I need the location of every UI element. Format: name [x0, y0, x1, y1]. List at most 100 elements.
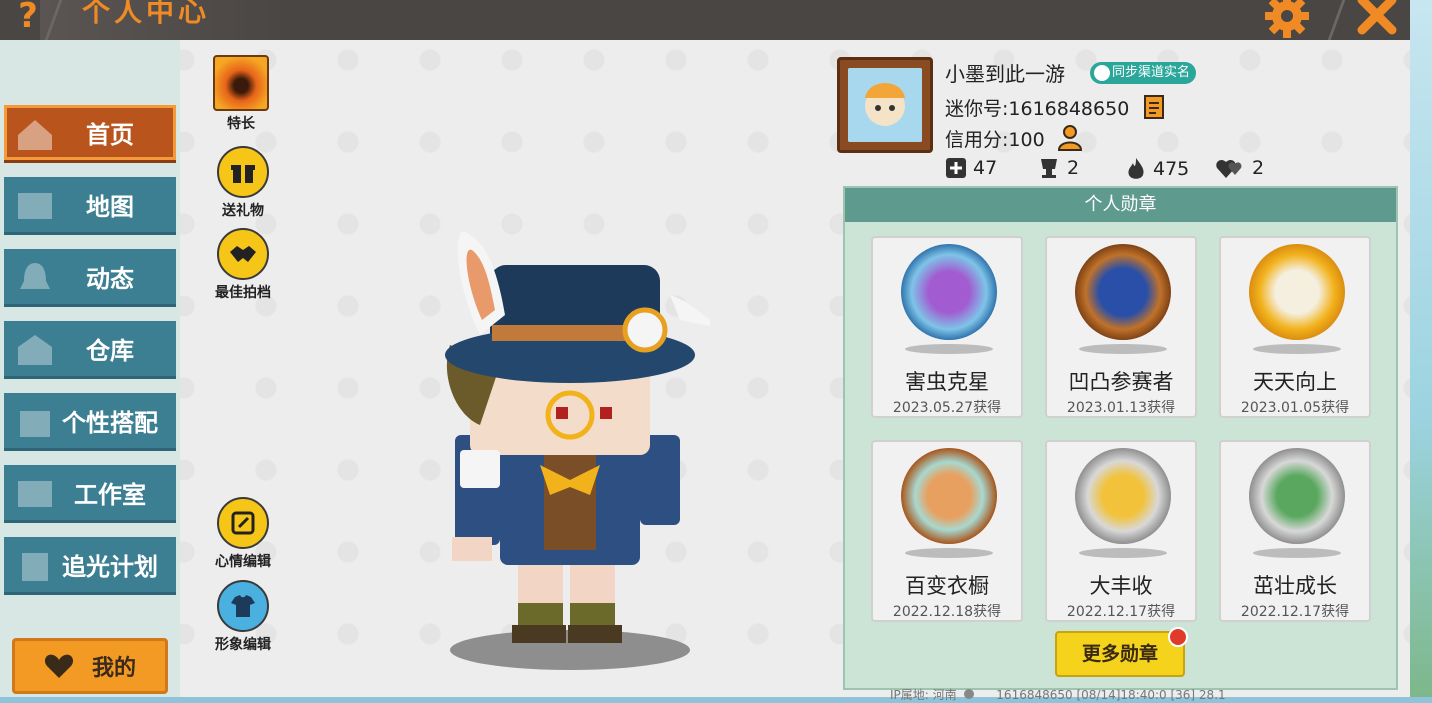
medal-shadow — [905, 344, 993, 354]
bug-medal-icon — [901, 244, 997, 340]
map-icon — [18, 193, 52, 219]
medal-card[interactable]: 大丰收 2022.12.17获得 — [1045, 440, 1197, 622]
wardrobe-medal-icon — [901, 448, 997, 544]
fire-icon — [1128, 158, 1144, 179]
medal-date: 2022.12.18获得 — [892, 604, 1002, 620]
handshake-icon — [217, 228, 269, 280]
scenery-right — [1410, 0, 1432, 697]
gift-label: 送礼物 — [222, 203, 264, 219]
close-icon[interactable] — [1352, 0, 1402, 40]
medal-name: 百变衣橱 — [905, 574, 989, 598]
sync-badge-label: 同步渠道实名 — [1112, 65, 1191, 80]
daily-progress-medal-icon — [1249, 244, 1345, 340]
stat-plus-value: 47 — [973, 157, 998, 179]
medal-shadow — [1253, 548, 1341, 558]
top-bar: ? 个人中心 — [0, 0, 1410, 44]
question-icon[interactable]: ? — [8, 0, 48, 38]
medal-card[interactable]: 百变衣橱 2022.12.18获得 — [871, 440, 1023, 622]
studio-icon — [18, 481, 52, 507]
medal-card[interactable]: 凹凸参赛者 2023.01.13获得 — [1045, 236, 1197, 418]
sidebar-item-spotlight[interactable]: 追光计划 — [4, 537, 176, 595]
gift-action[interactable]: 送礼物 — [208, 146, 278, 220]
more-medals-button[interactable]: 更多勋章 — [1055, 631, 1185, 677]
footer-info: IP属地: 河南 1616848650 [08/14]18:40:0 [36] … — [890, 686, 1226, 703]
medal-name: 凹凸参赛者 — [1068, 370, 1174, 394]
partner-action[interactable]: 最佳拍档 — [208, 228, 278, 302]
bell-icon — [20, 263, 50, 289]
sidebar-item-home[interactable]: 首页 — [4, 105, 176, 163]
sidebar-item-label: 动态 — [86, 265, 134, 293]
medal-date: 2022.12.17获得 — [1240, 604, 1350, 620]
medal-date: 2023.01.13获得 — [1066, 400, 1176, 416]
medal-name: 害虫克星 — [905, 370, 989, 394]
ip-location: IP属地: 河南 — [890, 688, 957, 702]
medal-shadow — [1079, 344, 1167, 354]
stat-plus[interactable]: 47 — [945, 157, 997, 179]
credit-score: 信用分:100 — [945, 124, 1087, 152]
user-card-icon[interactable] — [1057, 124, 1087, 152]
gear-icon[interactable] — [1262, 0, 1312, 40]
credit-text: 信用分:100 — [945, 129, 1045, 151]
specialty-action[interactable]: 特长 — [206, 55, 276, 133]
avatar-face-icon — [848, 68, 922, 142]
mini-id: 迷你号:1616848650 — [945, 94, 1167, 121]
sidebar-item-label: 个性搭配 — [62, 409, 158, 437]
sidebar-item-label: 地图 — [86, 193, 134, 221]
stat-fire[interactable]: 475 — [1125, 157, 1189, 181]
stat-hearts-value: 2 — [1252, 157, 1265, 179]
stat-fire-value: 475 — [1153, 158, 1190, 180]
outfit-icon — [20, 411, 50, 437]
home-icon — [18, 120, 52, 150]
specialty-icon — [213, 55, 269, 111]
profile-avatar[interactable] — [837, 57, 933, 153]
sidebar-item-studio[interactable]: 工作室 — [4, 465, 176, 523]
medals-panel: 个人勋章 害虫克星 2023.05.27获得 凹凸参赛者 2023.01.13获… — [843, 186, 1398, 690]
contest-medal-icon — [1075, 244, 1171, 340]
medal-shadow — [1079, 548, 1167, 558]
medal-card[interactable]: 害虫克星 2023.05.27获得 — [871, 236, 1023, 418]
stat-trophy[interactable]: 2 — [1037, 157, 1079, 179]
mine-button[interactable]: 我的 — [12, 638, 168, 694]
mood-edit-label: 心情编辑 — [215, 554, 271, 570]
image-edit-action[interactable]: 形象编辑 — [208, 580, 278, 654]
trophy-icon — [1041, 159, 1057, 178]
player-name: 小墨到此一游 — [945, 62, 1065, 86]
medal-name: 大丰收 — [1089, 574, 1153, 598]
notification-dot — [1168, 627, 1188, 647]
info-icon — [964, 689, 975, 699]
medal-date: 2023.05.27获得 — [892, 400, 1002, 416]
sidebar-item-label: 仓库 — [86, 337, 134, 365]
mine-label: 我的 — [91, 656, 136, 681]
edit-icon — [217, 497, 269, 549]
medal-shadow — [1253, 344, 1341, 354]
sidebar-item-label: 追光计划 — [62, 553, 158, 581]
growth-medal-icon — [1249, 448, 1345, 544]
sidebar-item-activity[interactable]: 动态 — [4, 249, 176, 307]
character-avatar[interactable] — [430, 225, 710, 675]
footer-info-text: 1616848650 [08/14]18:40:0 [36] 28.1 — [996, 688, 1226, 702]
medal-card[interactable]: 茁壮成长 2022.12.17获得 — [1219, 440, 1371, 622]
sidebar-item-map[interactable]: 地图 — [4, 177, 176, 235]
copy-icon[interactable] — [1141, 94, 1167, 120]
harvest-medal-icon — [1075, 448, 1171, 544]
mini-id-text: 迷你号:1616848650 — [945, 98, 1130, 120]
avatar-image — [848, 68, 922, 142]
outfit-edit-icon — [217, 580, 269, 632]
specialty-label: 特长 — [227, 116, 255, 132]
sidebar-item-outfit[interactable]: 个性搭配 — [4, 393, 176, 451]
stat-hearts[interactable]: 2 — [1216, 157, 1264, 179]
medal-name: 天天向上 — [1253, 370, 1337, 394]
warehouse-icon — [18, 335, 52, 365]
partner-label: 最佳拍档 — [215, 285, 271, 301]
sidebar-item-warehouse[interactable]: 仓库 — [4, 321, 176, 379]
medal-date: 2023.01.05获得 — [1240, 400, 1350, 416]
sync-realname-badge[interactable]: 同步渠道实名 — [1090, 62, 1197, 84]
medal-card[interactable]: 天天向上 2023.01.05获得 — [1219, 236, 1371, 418]
sidebar-item-label: 工作室 — [74, 481, 146, 509]
page-title: 个人中心 — [82, 0, 211, 28]
mood-edit-action[interactable]: 心情编辑 — [208, 497, 278, 571]
heart-icon — [44, 654, 74, 678]
medal-shadow — [905, 548, 993, 558]
plus-box-icon — [946, 158, 966, 178]
medal-name: 茁壮成长 — [1253, 574, 1337, 598]
